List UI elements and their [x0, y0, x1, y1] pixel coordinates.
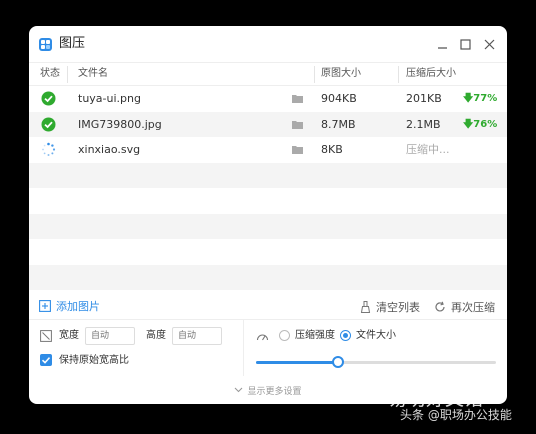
checkmark-icon — [41, 357, 51, 364]
table-row[interactable]: xinxiao.svg 8KB 压缩中... — [29, 137, 507, 163]
file-name: tuya-ui.png — [78, 92, 141, 105]
keep-ratio-checkbox[interactable] — [40, 354, 52, 366]
quality-mode-radio[interactable] — [279, 330, 290, 341]
size-mode-radio[interactable] — [340, 330, 351, 341]
minimize-button[interactable] — [432, 34, 452, 54]
file-list: tuya-ui.png 904KB 201KB 🡇77% IMG739800.j… — [29, 86, 507, 290]
slider-handle[interactable] — [331, 356, 344, 368]
check-circle-icon — [41, 91, 56, 106]
compression-slider[interactable] — [256, 356, 496, 368]
reduction-badge: 🡇77% — [463, 93, 498, 104]
size-mode-label: 文件大小 — [356, 330, 396, 341]
original-size: 904KB — [321, 92, 357, 105]
check-circle-icon — [41, 117, 56, 131]
loading-spinner-icon — [42, 142, 56, 156]
empty-row — [29, 213, 507, 239]
table-row[interactable]: IMG739800.jpg 8.7MB 2.1MB 🡇76% — [29, 111, 507, 137]
file-name: IMG739800.jpg — [78, 117, 162, 131]
resize-icon — [40, 330, 52, 342]
empty-row — [29, 264, 507, 290]
height-label: 高度 — [146, 330, 166, 341]
window-title: 图压 — [59, 36, 86, 51]
compressed-size: 2.1MB — [406, 117, 441, 131]
width-input[interactable] — [85, 327, 135, 345]
slider-fill — [256, 361, 338, 364]
header-filename: 文件名 — [78, 68, 108, 79]
table-row[interactable]: tuya-ui.png 904KB 201KB 🡇77% — [29, 86, 507, 112]
file-name: xinxiao.svg — [78, 143, 141, 156]
height-input[interactable] — [172, 327, 222, 345]
header-status: 状态 — [40, 68, 60, 79]
close-icon — [484, 39, 494, 49]
broom-icon — [360, 301, 371, 313]
title-bar: 图压 — [29, 26, 507, 62]
maximize-button[interactable] — [455, 34, 475, 54]
folder-icon[interactable] — [292, 120, 303, 129]
arrow-down-icon: 🡇 — [463, 93, 474, 104]
reduction-badge: 🡇76% — [463, 118, 498, 130]
compressed-size: 201KB — [406, 92, 442, 105]
table-header: 状态 文件名 原图大小 压缩后大小 — [29, 62, 507, 86]
resize-settings: 宽度 高度 保持原始宽高比 — [29, 320, 244, 376]
quality-mode-label: 压缩强度 — [295, 330, 335, 341]
watermark-subtitle: 头条 @职场办公技能 — [400, 408, 512, 422]
close-button[interactable] — [479, 34, 499, 54]
arrow-down-icon: 🡇 — [463, 118, 474, 130]
compressed-size: 压缩中... — [406, 143, 450, 156]
chevron-down-icon — [235, 387, 243, 393]
compression-settings: 压缩强度 文件大小 — [244, 320, 507, 376]
folder-icon[interactable] — [292, 94, 303, 103]
empty-row — [29, 239, 507, 265]
original-size: 8KB — [321, 143, 343, 156]
keep-ratio-label: 保持原始宽高比 — [59, 355, 129, 366]
recompress-button[interactable]: 再次压缩 — [434, 299, 495, 315]
clear-list-button[interactable]: 清空列表 — [360, 299, 420, 315]
action-bar: 添加图片 清空列表 再次压缩 — [29, 292, 507, 320]
minimize-icon — [437, 46, 447, 49]
header-compressed-size: 压缩后大小 — [406, 68, 456, 79]
header-original-size: 原图大小 — [321, 68, 361, 79]
width-label: 宽度 — [59, 330, 79, 341]
original-size: 8.7MB — [321, 117, 356, 131]
folder-icon[interactable] — [292, 145, 303, 154]
maximize-icon — [459, 38, 471, 50]
gauge-icon — [256, 334, 269, 341]
app-window: 图压 状态 文件名 原图大小 压缩后大小 tuya-ui.png 904KB 2… — [29, 26, 507, 404]
add-image-button[interactable]: 添加图片 — [39, 299, 100, 313]
empty-row — [29, 188, 507, 214]
add-square-icon — [39, 300, 51, 312]
app-logo-icon — [39, 38, 52, 51]
refresh-icon — [435, 301, 445, 312]
empty-row — [29, 162, 507, 188]
